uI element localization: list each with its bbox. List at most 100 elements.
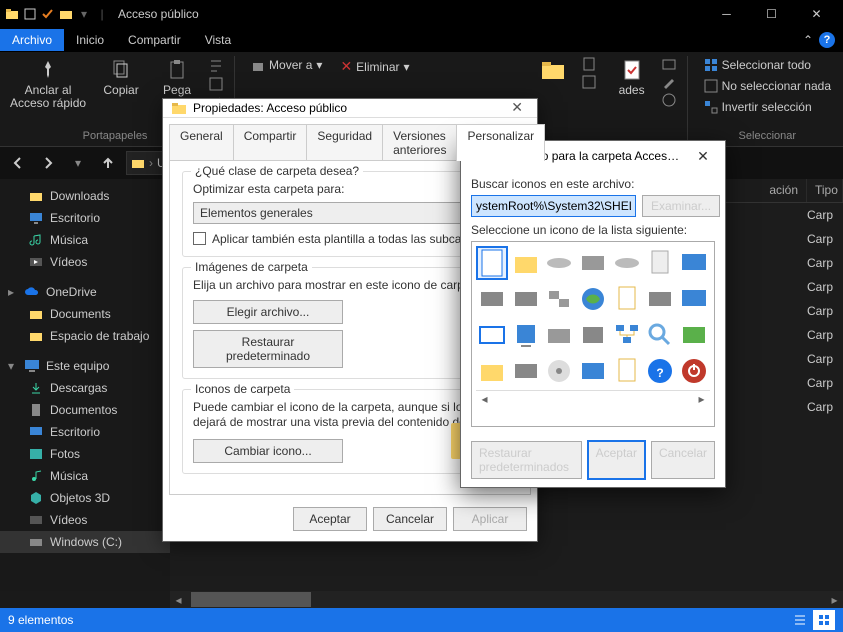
icon-option[interactable]: [577, 246, 609, 280]
icon-option[interactable]: [678, 246, 710, 280]
cancel-button[interactable]: Cancelar: [373, 507, 447, 531]
close-button[interactable]: ✕: [505, 99, 529, 116]
sidebar-item-objetos3d[interactable]: Objetos 3D: [0, 487, 170, 509]
icon-option[interactable]: [543, 246, 575, 280]
help-icon[interactable]: ?: [819, 32, 835, 48]
restore-default-button[interactable]: Restaurar predeterminado: [193, 330, 343, 368]
icon-option[interactable]: [476, 282, 508, 316]
forward-button[interactable]: [36, 151, 60, 175]
paste-button[interactable]: Pega: [152, 56, 202, 99]
sidebar-item-documentos[interactable]: Documentos: [0, 399, 170, 421]
scroll-thumb[interactable]: [191, 592, 311, 607]
history-icon[interactable]: [661, 92, 677, 108]
sidebar-item-fotos[interactable]: Fotos: [0, 443, 170, 465]
icon-option[interactable]: [510, 282, 542, 316]
maximize-button[interactable]: ☐: [749, 0, 794, 28]
col-tipo[interactable]: Tipo: [807, 179, 843, 202]
icon-option[interactable]: [543, 282, 575, 316]
select-none-button[interactable]: No seleccionar nada: [698, 77, 837, 95]
icon-option[interactable]: [645, 246, 677, 280]
delete-button[interactable]: ✕ Eliminar ▾: [334, 56, 415, 77]
check-icon[interactable]: [40, 6, 56, 22]
change-icon-button[interactable]: Cambiar icono...: [193, 439, 343, 463]
select-all-button[interactable]: Seleccionar todo: [698, 56, 837, 74]
scroll-left-icon[interactable]: ◂: [170, 593, 187, 607]
hscrollbar[interactable]: ◂ ▸: [170, 591, 843, 608]
close-button[interactable]: ✕: [683, 141, 723, 171]
restore-defaults-button[interactable]: Restaurar predeterminados: [471, 441, 582, 479]
open-icon[interactable]: [661, 56, 677, 72]
tab-versiones[interactable]: Versiones anteriores: [382, 124, 457, 161]
icon-option[interactable]: ?: [645, 354, 677, 388]
ok-button[interactable]: Aceptar: [293, 507, 367, 531]
icon-option[interactable]: [611, 354, 643, 388]
collapse-ribbon-icon[interactable]: ⌃: [803, 33, 813, 47]
sidebar-item-musica[interactable]: Música: [0, 229, 170, 251]
sidebar-item-descargas[interactable]: Descargas: [0, 377, 170, 399]
sidebar-item-videos[interactable]: Vídeos: [0, 251, 170, 273]
minimize-button[interactable]: ─: [704, 0, 749, 28]
sidebar-item-downloads[interactable]: Downloads: [0, 185, 170, 207]
icon-option[interactable]: [577, 354, 609, 388]
recent-button[interactable]: ▾: [66, 151, 90, 175]
sidebar-item-videos2[interactable]: Vídeos: [0, 509, 170, 531]
icon-option[interactable]: [510, 354, 542, 388]
view-icons-icon[interactable]: [813, 610, 835, 630]
back-button[interactable]: [6, 151, 30, 175]
icon-option[interactable]: [543, 354, 575, 388]
move-to-button[interactable]: Mover a ▾: [245, 56, 328, 74]
chevron-down-icon[interactable]: ▾: [76, 6, 92, 22]
close-button[interactable]: ✕: [794, 0, 839, 28]
icon-option[interactable]: [510, 246, 542, 280]
up-button[interactable]: [96, 151, 120, 175]
icon-option[interactable]: [645, 318, 677, 352]
copy-button[interactable]: Copiar: [96, 56, 146, 99]
icon-option[interactable]: [476, 246, 508, 280]
tab-seguridad[interactable]: Seguridad: [306, 124, 383, 161]
choose-file-button[interactable]: Elegir archivo...: [193, 300, 343, 324]
scroll-right-icon[interactable]: ▸: [693, 392, 710, 406]
sidebar-item-thispc[interactable]: ▾Este equipo: [0, 355, 170, 377]
edit-icon[interactable]: [661, 74, 677, 90]
browse-button[interactable]: Examinar...: [642, 195, 720, 217]
tab-general[interactable]: General: [169, 124, 234, 161]
apply-button[interactable]: Aplicar: [453, 507, 527, 531]
icon-option[interactable]: [678, 282, 710, 316]
pin-button[interactable]: Anclar al Acceso rápido: [6, 56, 90, 112]
sidebar-item-espacio[interactable]: Espacio de trabajo: [0, 325, 170, 347]
sidebar-item-escritorio2[interactable]: Escritorio: [0, 421, 170, 443]
icon-option[interactable]: [543, 318, 575, 352]
scroll-right-icon[interactable]: ▸: [826, 591, 843, 608]
path-icon[interactable]: [208, 58, 224, 74]
icon-option[interactable]: [678, 354, 710, 388]
easy-access-icon[interactable]: [581, 74, 597, 90]
icon-option[interactable]: [510, 318, 542, 352]
icon-option[interactable]: [476, 318, 508, 352]
sidebar-item-escritorio[interactable]: Escritorio: [0, 207, 170, 229]
new-folder-button[interactable]: [527, 56, 577, 84]
icon-path-input[interactable]: [471, 195, 636, 217]
sidebar-item-documents[interactable]: Documents: [0, 303, 170, 325]
icon-option[interactable]: [645, 282, 677, 316]
cancel-button[interactable]: Cancelar: [651, 441, 715, 479]
icon-option[interactable]: [611, 318, 643, 352]
tab-personalizar[interactable]: Personalizar: [456, 124, 545, 161]
invert-selection-button[interactable]: Invertir selección: [698, 98, 837, 116]
icon-option[interactable]: [577, 282, 609, 316]
tab-compartir[interactable]: Compartir: [233, 124, 308, 161]
sidebar-item-windows-c[interactable]: Windows (C:): [0, 531, 170, 553]
icon-option[interactable]: [611, 282, 643, 316]
sidebar-item-musica2[interactable]: Música: [0, 465, 170, 487]
icon-hscrollbar[interactable]: ◂▸: [476, 390, 710, 407]
save-icon[interactable]: [22, 6, 38, 22]
icon-option[interactable]: [678, 318, 710, 352]
icon-option[interactable]: [611, 246, 643, 280]
properties-button[interactable]: ades: [607, 56, 657, 99]
scroll-left-icon[interactable]: ◂: [476, 392, 493, 406]
tab-inicio[interactable]: Inicio: [64, 29, 116, 51]
sidebar-item-onedrive[interactable]: ▸OneDrive: [0, 281, 170, 303]
icon-option[interactable]: [577, 318, 609, 352]
icon-option[interactable]: [476, 354, 508, 388]
tab-archivo[interactable]: Archivo: [0, 29, 64, 51]
tab-vista[interactable]: Vista: [193, 29, 243, 51]
